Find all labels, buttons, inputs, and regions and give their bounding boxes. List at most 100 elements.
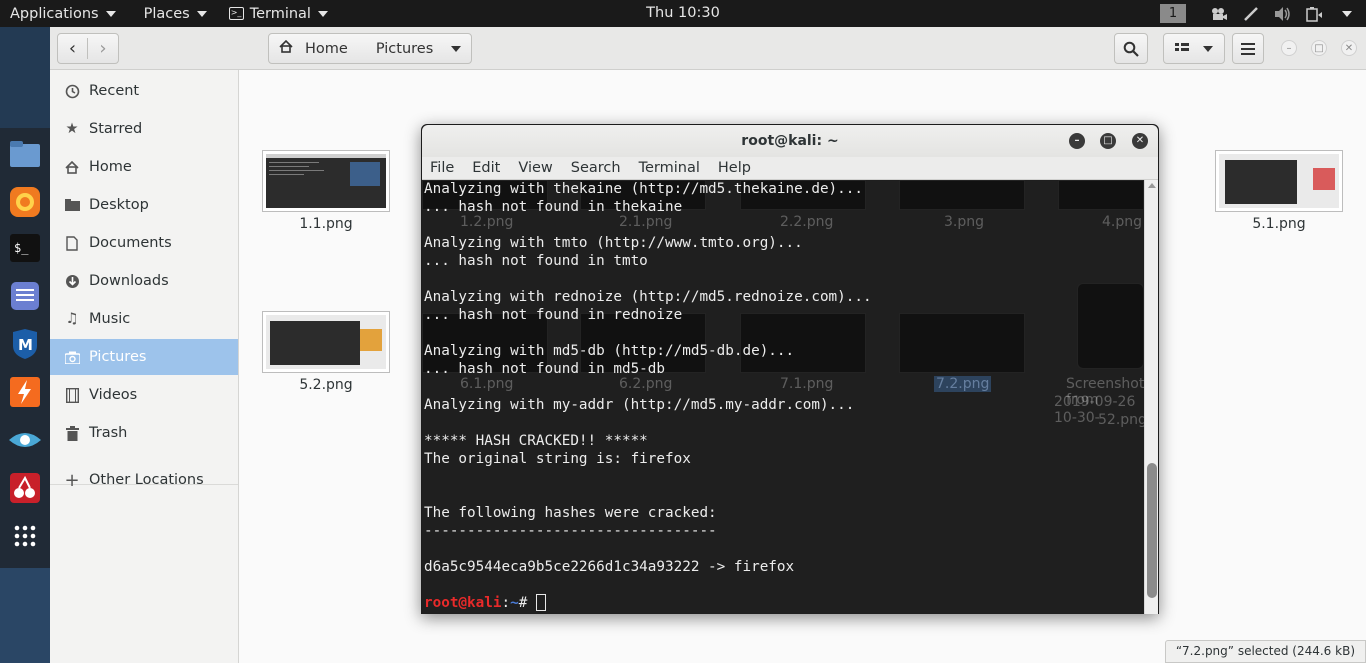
sidebar-item-pictures[interactable]: Pictures xyxy=(50,339,238,375)
applications-menu[interactable]: Applications xyxy=(0,0,126,27)
sidebar-item-label: Other Locations xyxy=(89,472,204,488)
terminal-line: ***** HASH CRACKED!! ***** xyxy=(424,433,648,449)
sidebar-item-label: Starred xyxy=(89,121,143,137)
clock-icon xyxy=(64,83,80,99)
pen-icon xyxy=(1242,6,1260,22)
cherrytree-icon[interactable] xyxy=(5,468,45,508)
desktop-background xyxy=(0,568,50,663)
sidebar-item-music[interactable]: ♫ Music xyxy=(50,301,238,337)
system-tray[interactable]: 1 xyxy=(1160,0,1356,27)
maximize-button[interactable]: □ xyxy=(1311,40,1327,56)
metasploit-icon[interactable]: M xyxy=(5,324,45,364)
view-options-button[interactable] xyxy=(1163,33,1225,64)
file-item[interactable]: 1.1.png xyxy=(262,150,390,234)
scroll-up-icon[interactable] xyxy=(1148,183,1156,188)
back-icon[interactable]: ‹ xyxy=(58,38,88,59)
menu-edit[interactable]: Edit xyxy=(472,160,500,176)
files-icon[interactable] xyxy=(5,134,45,174)
terminal-line: Analyzing with md5-db (http://md5-db.de)… xyxy=(424,343,795,359)
sidebar-item-label: Home xyxy=(89,159,132,175)
menu-file[interactable]: File xyxy=(430,160,454,176)
home-icon xyxy=(64,159,80,175)
sidebar-item-documents[interactable]: Documents xyxy=(50,225,238,261)
terminal-output[interactable]: 1.2.png 2.1.png 2.2.png 3.png 4.png 6.1.… xyxy=(422,180,1144,614)
menu-view[interactable]: View xyxy=(518,160,552,176)
background-thumbnail xyxy=(899,313,1025,373)
terminal-line: ... hash not found in md5-db xyxy=(424,361,666,377)
power-menu-caret[interactable] xyxy=(1338,6,1356,22)
chevron-down-icon[interactable] xyxy=(451,45,462,52)
svg-text:M: M xyxy=(18,336,33,354)
prompt-user: root@kali xyxy=(424,595,502,611)
terminal-app-menu[interactable]: >_ Terminal xyxy=(217,0,338,27)
terminal-titlebar[interactable]: root@kali: ~ – □ ✕ xyxy=(422,125,1158,157)
folder-icon xyxy=(64,197,80,213)
home-icon xyxy=(279,39,293,57)
background-file-label: 52.png xyxy=(1098,412,1144,428)
sidebar-item-label: Videos xyxy=(89,387,138,403)
notes-icon[interactable] xyxy=(5,276,45,316)
file-item[interactable]: 5.1.png xyxy=(1215,150,1343,234)
sidebar-item-trash[interactable]: Trash xyxy=(50,415,238,451)
menu-terminal[interactable]: Terminal xyxy=(639,160,700,176)
places-menu[interactable]: Places xyxy=(126,0,217,27)
terminal-line: ... hash not found in thekaine xyxy=(424,199,683,215)
file-name: 1.1.png xyxy=(299,216,353,232)
sidebar-item-label: Trash xyxy=(89,425,128,441)
terminal-line: ... hash not found in tmto xyxy=(424,253,648,269)
path-home-button[interactable]: Home xyxy=(305,41,348,57)
background-file-label: 2.2.png xyxy=(780,214,834,230)
music-icon: ♫ xyxy=(65,311,79,327)
forward-icon[interactable]: › xyxy=(88,38,118,59)
sidebar-item-desktop[interactable]: Desktop xyxy=(50,187,238,223)
minimize-button[interactable]: – xyxy=(1281,40,1297,56)
dock: $_ M xyxy=(0,128,50,568)
terminal-line: ... hash not found in rednoize xyxy=(424,307,683,323)
sidebar-item-label: Pictures xyxy=(89,349,147,365)
battery-icon[interactable] xyxy=(1306,6,1324,22)
terminal-prompt-line[interactable]: root@kali:~# xyxy=(424,594,546,612)
sidebar-item-starred[interactable]: ★ Starred xyxy=(50,111,238,147)
background-file-label: 6.1.png xyxy=(460,376,514,392)
clock[interactable]: Thu 10:30 xyxy=(646,0,720,27)
sidebar-item-downloads[interactable]: Downloads xyxy=(50,263,238,299)
desktop-background xyxy=(0,27,50,128)
minimize-icon[interactable]: – xyxy=(1069,133,1085,149)
terminal-line: The original string is: firefox xyxy=(424,451,691,467)
terminal-line: Analyzing with rednoize (http://md5.redn… xyxy=(424,289,872,305)
sidebar-item-other-locations[interactable]: + Other Locations xyxy=(50,462,238,498)
image-thumbnail xyxy=(262,311,390,373)
prompt-path: ~ xyxy=(510,595,519,611)
close-icon[interactable]: ✕ xyxy=(1132,133,1148,149)
background-thumbnail xyxy=(1058,180,1144,210)
workspace-indicator[interactable]: 1 xyxy=(1160,4,1186,23)
path-bar: Home Pictures xyxy=(268,33,472,64)
terminal-icon[interactable]: $_ xyxy=(5,228,45,268)
maximize-icon[interactable]: □ xyxy=(1100,133,1116,149)
burpsuite-icon[interactable] xyxy=(5,372,45,412)
app-grid-icon[interactable] xyxy=(5,516,45,556)
background-file-label: 2.1.png xyxy=(619,214,673,230)
terminal-title: root@kali: ~ xyxy=(741,133,839,149)
background-file-label-selected: 7.2.png xyxy=(934,376,992,392)
menu-search[interactable]: Search xyxy=(571,160,621,176)
file-item[interactable]: 5.2.png xyxy=(262,311,390,395)
chevron-down-icon xyxy=(196,10,207,17)
path-current-button[interactable]: Pictures xyxy=(376,41,433,57)
search-button[interactable] xyxy=(1114,33,1148,64)
terminal-menubar: File Edit View Search Terminal Help xyxy=(422,157,1158,180)
sidebar-item-home[interactable]: Home xyxy=(50,149,238,185)
menu-help[interactable]: Help xyxy=(718,160,751,176)
terminal-window[interactable]: root@kali: ~ – □ ✕ File Edit View Search… xyxy=(421,124,1159,614)
sidebar-item-videos[interactable]: Videos xyxy=(50,377,238,413)
eye-icon[interactable] xyxy=(5,420,45,460)
close-button[interactable]: ✕ xyxy=(1341,40,1357,56)
volume-icon[interactable] xyxy=(1274,6,1292,22)
places-sidebar: Recent ★ Starred Home Desktop Documents … xyxy=(50,70,239,663)
sidebar-item-recent[interactable]: Recent xyxy=(50,73,238,109)
terminal-scrollbar[interactable] xyxy=(1144,180,1158,614)
search-icon xyxy=(1123,41,1139,57)
scrollbar-thumb[interactable] xyxy=(1147,463,1157,598)
firefox-icon[interactable] xyxy=(5,182,45,222)
menu-button[interactable] xyxy=(1232,33,1264,64)
